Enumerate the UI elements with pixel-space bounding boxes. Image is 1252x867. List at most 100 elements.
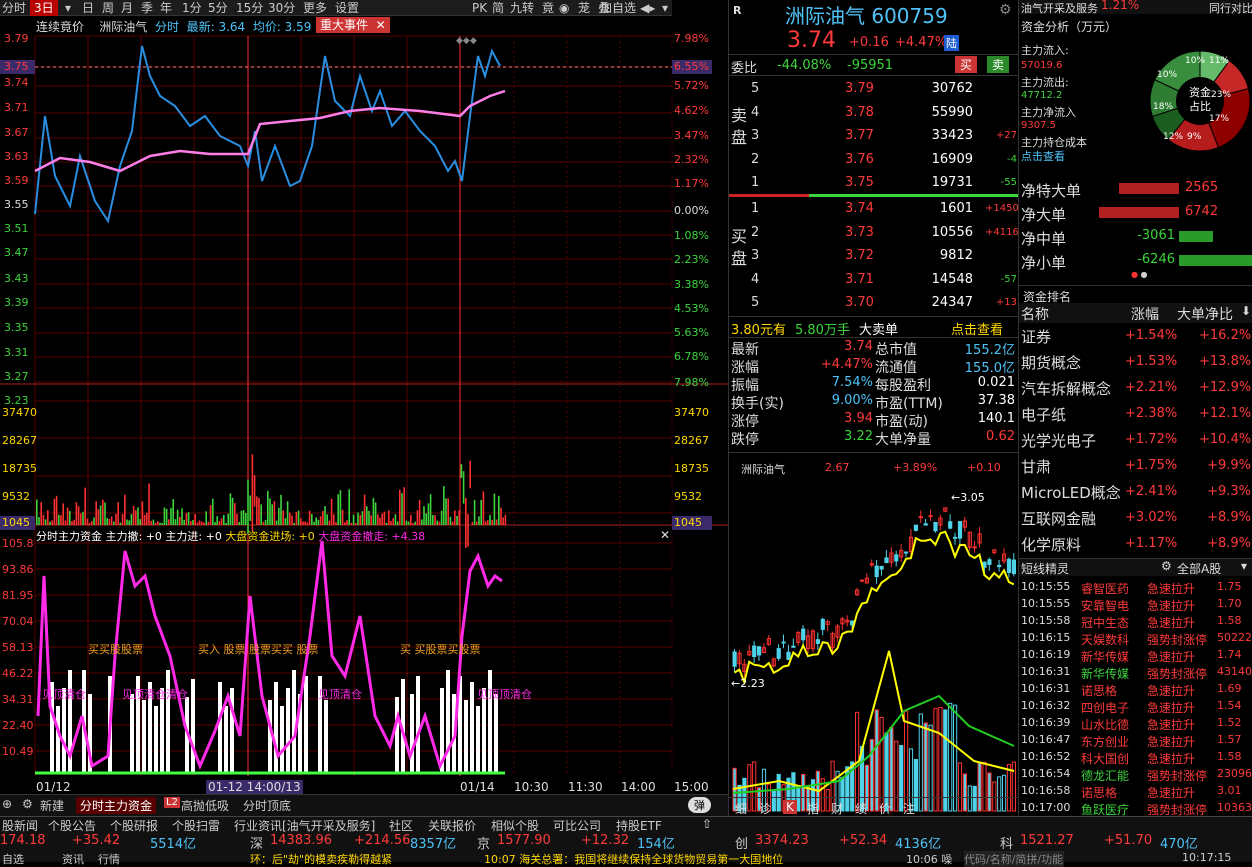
rank-name[interactable]: 汽车拆解概念	[1021, 378, 1111, 399]
hold-cost-link[interactable]: 点击查看	[1021, 148, 1065, 164]
nav-link[interactable]: 可比公司	[553, 817, 601, 834]
sell-button[interactable]: 卖	[987, 56, 1010, 73]
orderbook-row[interactable]: 5 3.79 30762	[729, 78, 1019, 101]
kline-chart[interactable]	[729, 471, 1019, 817]
gear-icon[interactable]: ⚙	[1161, 559, 1172, 573]
short-stock[interactable]: 东方创业	[1081, 733, 1129, 750]
chevron-down-icon[interactable]: ▾	[65, 0, 71, 16]
ticker-tab-market[interactable]: 行情	[98, 851, 120, 867]
nav-link[interactable]: 关联报价	[428, 817, 476, 834]
nav-link[interactable]: 持股ETF	[616, 817, 662, 834]
orderbook-row[interactable]: 3 3.77 33423 +27	[729, 125, 1019, 148]
big-order-link[interactable]: 点击查看	[951, 319, 1003, 338]
settings-button[interactable]: 设置	[335, 0, 359, 16]
rank-name[interactable]: 甘肃	[1021, 456, 1051, 477]
pk-button[interactable]: PK	[472, 0, 487, 16]
popup-toggle[interactable]: 弹	[688, 797, 711, 813]
period-tab-month[interactable]: 月	[121, 0, 133, 16]
eye-icon[interactable]: ◉	[559, 0, 569, 16]
ticker-tab-self[interactable]: 自选	[2, 851, 24, 867]
index-name[interactable]: 创	[735, 833, 748, 852]
zoom-icon[interactable]: ⊕	[2, 797, 12, 811]
gear-icon[interactable]: ⚙	[22, 797, 33, 811]
page-dots[interactable]: ● ●	[1131, 270, 1148, 279]
nav-link[interactable]: 个股扫雷	[172, 817, 220, 834]
kline-tab[interactable]: 绩	[855, 800, 867, 817]
short-stock[interactable]: 德龙汇能	[1081, 767, 1129, 784]
menu-chevron-icon[interactable]: ▾	[662, 0, 668, 16]
peer-compare-link[interactable]: 同行对比	[1209, 0, 1252, 16]
orderbook-row[interactable]: 4 3.78 55990	[729, 102, 1019, 125]
period-tab-fenshi[interactable]: 分时	[2, 0, 26, 16]
compete-button[interactable]: 竟	[542, 0, 554, 16]
short-stock[interactable]: 安靠智电	[1081, 597, 1129, 614]
search-input[interactable]: 代码/名称/简拼/功能	[964, 851, 1064, 867]
orderbook-row[interactable]: 4 3.71 14548 -57	[729, 269, 1019, 292]
short-stock[interactable]: 新华传媒	[1081, 648, 1129, 665]
rank-name[interactable]: 期货概念	[1021, 352, 1081, 373]
index-name[interactable]: 深	[250, 833, 263, 852]
industry-name[interactable]: 油气开采及服务	[1021, 0, 1098, 16]
rank-name[interactable]: 化学原料	[1021, 534, 1081, 555]
period-tab-1min[interactable]: 1分	[182, 0, 202, 16]
intraday-chart[interactable]	[0, 16, 728, 794]
rank-name[interactable]: 光学光电子	[1021, 430, 1096, 451]
orderbook-row[interactable]: 2 3.76 16909 -4	[729, 149, 1019, 172]
kline-tab[interactable]: 指	[807, 800, 819, 817]
rank-col-name[interactable]: 名称	[1021, 304, 1049, 324]
rank-col-pct[interactable]: 涨幅	[1131, 304, 1159, 324]
orderbook-row[interactable]: 1 3.75 19731 -55	[729, 172, 1019, 195]
buy-button[interactable]: 买	[955, 56, 978, 73]
nav-link[interactable]: 社区	[389, 817, 413, 834]
orderbook-row[interactable]: 2 3.73 10556 +4116	[729, 222, 1019, 245]
short-stock[interactable]: 新华传媒	[1081, 665, 1129, 682]
chevron-down-icon[interactable]: ▾	[1241, 559, 1247, 573]
short-stock[interactable]: 冠中生态	[1081, 614, 1129, 631]
sort-down-icon[interactable]: ⬇	[1241, 304, 1251, 318]
rank-name[interactable]: MicroLED概念	[1021, 482, 1121, 503]
orderbook-row[interactable]: 1 3.74 1601 +1450	[729, 198, 1019, 221]
indicator-title[interactable]: 分时主力资金	[36, 530, 102, 543]
nav-link[interactable]: 相似个股	[491, 817, 539, 834]
period-tab-year[interactable]: 年	[160, 0, 172, 16]
kline-tab[interactable]: K	[783, 800, 797, 814]
short-stock[interactable]: 天娱数科	[1081, 631, 1129, 648]
short-stock[interactable]: 四创电子	[1081, 699, 1129, 716]
tab-new[interactable]: 新建	[40, 797, 64, 814]
nav-link[interactable]: 个股公告	[48, 817, 96, 834]
kline-tab[interactable]: 财	[831, 800, 843, 817]
period-tab-day[interactable]: 日	[82, 0, 94, 16]
kline-tab[interactable]: 注	[903, 800, 915, 817]
short-stock[interactable]: 睿智医药	[1081, 580, 1129, 597]
short-stock[interactable]: 科大国创	[1081, 750, 1129, 767]
tab-high-low[interactable]: 高抛低吸	[181, 797, 229, 814]
nav-link[interactable]: 个股研报	[110, 817, 158, 834]
indicator-close-icon[interactable]: ✕	[660, 528, 670, 542]
add-self-button[interactable]: 加自选	[600, 0, 636, 16]
drag-handle-icon[interactable]: ◆◆◆	[456, 36, 477, 46]
period-tab-more[interactable]: 更多	[303, 0, 327, 16]
ticker-tab-news[interactable]: 资讯	[62, 851, 84, 867]
ticker-news-1[interactable]: 环：后"劫"的模卖疾勒得越紧	[250, 851, 392, 867]
period-tab-week[interactable]: 周	[102, 0, 114, 16]
ticker-news-2[interactable]: 10:07 海关总署：我国将继续保持全球货物贸易第一大国地位	[484, 851, 783, 867]
mao-button[interactable]: 茏	[578, 0, 590, 16]
period-tab-quarter[interactable]: 季	[141, 0, 153, 16]
rank-name[interactable]: 证券	[1021, 326, 1051, 347]
kline-tab[interactable]: 价	[879, 800, 891, 817]
kline-tab[interactable]: 细	[735, 800, 747, 817]
nav-link[interactable]: 股新闻	[2, 817, 38, 834]
short-stock[interactable]: 诺思格	[1081, 682, 1117, 699]
short-filter[interactable]: 全部A股	[1177, 560, 1221, 577]
short-stock[interactable]: 诺思格	[1081, 784, 1117, 801]
period-tab-30min[interactable]: 30分	[268, 0, 295, 16]
gear-icon[interactable]: ⚙	[999, 2, 1012, 18]
nav-link[interactable]: 行业资讯[油气开采及服务]	[234, 817, 375, 834]
simple-button[interactable]: 简	[492, 0, 504, 16]
orderbook-row[interactable]: 5 3.70 24347 +13	[729, 292, 1019, 315]
tab-main-fund[interactable]: 分时主力资金	[76, 797, 157, 814]
up-arrow-icon[interactable]: ⇧	[702, 817, 712, 831]
close-icon[interactable]: ✕	[376, 18, 386, 32]
kline-tab[interactable]: 诊	[759, 800, 771, 817]
expand-icon[interactable]: ◀▸	[640, 0, 655, 16]
